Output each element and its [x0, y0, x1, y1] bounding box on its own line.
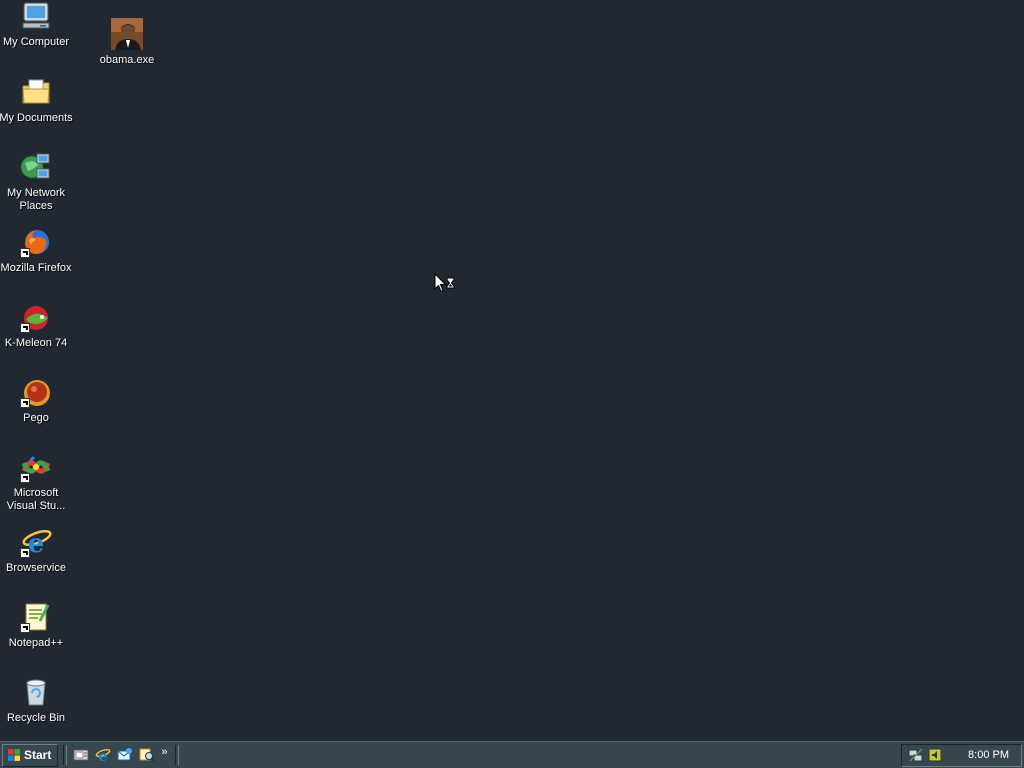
desktop-icon-label: Notepad++	[8, 637, 64, 649]
internet-explorer-icon: e	[20, 526, 52, 558]
desktop-icon-label: Recycle Bin	[6, 712, 66, 724]
taskbar-separator	[63, 745, 68, 765]
desktop-icon-k-meleon[interactable]: K-Meleon 74	[0, 301, 73, 350]
desktop-icon-label: My Computer	[2, 36, 70, 48]
svg-text:e: e	[28, 529, 45, 558]
outlook-express-icon[interactable]	[116, 746, 134, 764]
search-icon[interactable]	[138, 746, 156, 764]
desktop-icon-label: My Documents	[0, 112, 73, 124]
desktop-icon-label: obama.exe	[99, 54, 155, 66]
shortcut-arrow-icon	[20, 248, 30, 258]
desktop-icon-my-computer[interactable]: My Computer	[0, 0, 73, 49]
desktop-icon-my-documents[interactable]: My Documents	[0, 76, 73, 125]
show-desktop-icon[interactable]	[72, 746, 90, 764]
desktop-icon-label: Pego	[23, 412, 49, 424]
desktop-icon-obama-exe[interactable]: obama.exe	[90, 18, 164, 67]
shortcut-arrow-icon	[20, 473, 30, 483]
desktop[interactable]: My Computer My Documents My Network Plac…	[0, 0, 1024, 741]
visual-studio-icon	[20, 451, 52, 483]
network-status-icon[interactable]	[908, 747, 924, 763]
desktop-icon-browservice[interactable]: e Browservice	[0, 526, 73, 575]
desktop-icon-label: Browservice	[6, 562, 66, 574]
windows-logo-icon	[8, 749, 20, 761]
shortcut-arrow-icon	[20, 623, 30, 633]
internet-explorer-icon[interactable]: e	[94, 746, 112, 764]
network-places-icon	[20, 151, 52, 183]
taskbar-separator	[175, 745, 180, 765]
desktop-icon-my-network-places[interactable]: My Network Places	[0, 151, 73, 213]
pego-icon	[20, 376, 52, 408]
desktop-icon-label: My Network Places	[6, 187, 66, 212]
desktop-icon-label: Mozilla Firefox	[0, 262, 72, 274]
shortcut-arrow-icon	[20, 548, 30, 558]
quick-launch-overflow-button[interactable]: »	[161, 746, 167, 758]
desktop-icon-notepad-plus-plus[interactable]: Notepad++	[0, 601, 73, 650]
shortcut-arrow-icon	[20, 398, 30, 408]
my-computer-icon	[20, 0, 52, 32]
clock[interactable]: 8:00 PM	[968, 749, 1009, 761]
k-meleon-icon	[20, 301, 52, 333]
svg-text:e: e	[99, 749, 108, 763]
busy-cursor-icon	[434, 272, 458, 295]
recycle-bin-icon	[20, 676, 52, 708]
desktop-icon-pego[interactable]: Pego	[0, 376, 73, 425]
desktop-icon-visual-studio[interactable]: Microsoft Visual Stu...	[0, 451, 73, 513]
my-documents-icon	[20, 76, 52, 108]
desktop-icon-label: Microsoft Visual Stu...	[6, 487, 66, 512]
desktop-icon-label: K-Meleon 74	[4, 337, 68, 349]
desktop-icon-recycle-bin[interactable]: Recycle Bin	[0, 676, 73, 725]
notepad-plus-plus-icon	[20, 601, 52, 633]
firefox-icon	[20, 226, 52, 258]
portrait-icon	[111, 18, 143, 50]
shortcut-arrow-icon	[20, 323, 30, 333]
volume-icon[interactable]	[927, 747, 943, 763]
taskbar: Start e » 8:00 PM	[0, 741, 1024, 768]
start-button[interactable]: Start	[2, 743, 59, 767]
desktop-icon-mozilla-firefox[interactable]: Mozilla Firefox	[0, 226, 73, 275]
system-tray: 8:00 PM	[901, 743, 1022, 767]
start-label: Start	[24, 748, 52, 762]
